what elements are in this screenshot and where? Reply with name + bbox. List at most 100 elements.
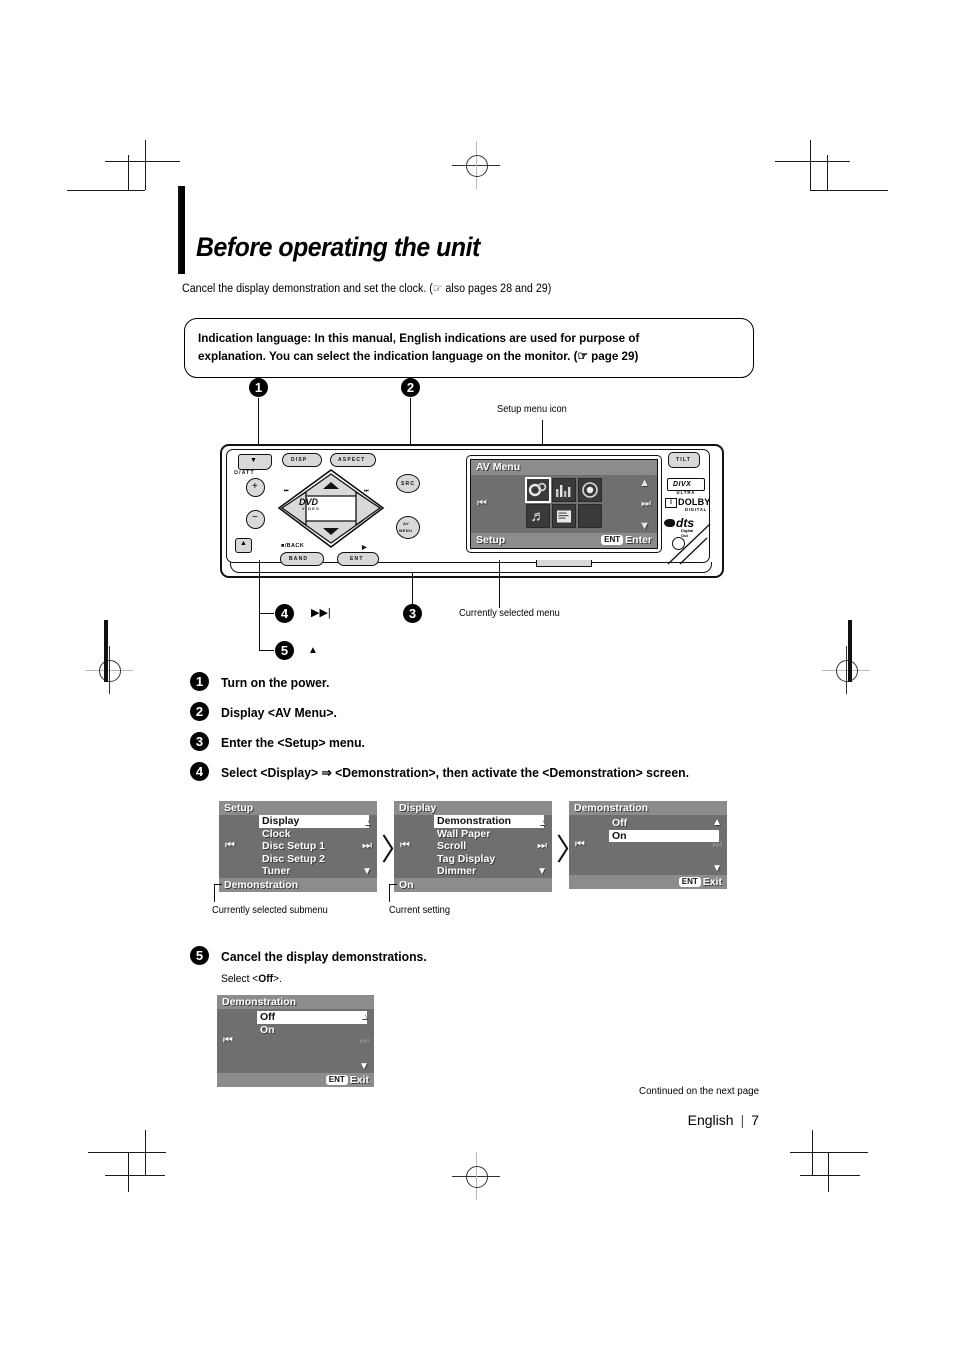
equalizer-icon[interactable] bbox=[552, 478, 576, 502]
dpad-cluster[interactable] bbox=[276, 468, 386, 550]
panel-setup-body: ⏮ ⏭ ▲ ▼ Display Clock Disc Setup 1 Disc … bbox=[219, 815, 377, 878]
list-item[interactable]: Tuner bbox=[259, 865, 369, 878]
setup-menu-icon-caption: Setup menu icon bbox=[497, 404, 567, 415]
up-icon[interactable]: ▲ bbox=[359, 1011, 369, 1022]
list-item[interactable]: Off bbox=[609, 817, 719, 830]
band-button[interactable]: BAND bbox=[280, 552, 324, 566]
step-5-number: 5 bbox=[190, 946, 209, 965]
panel-setup-title: Setup bbox=[219, 801, 377, 815]
leader-line-submenu-h bbox=[214, 884, 222, 885]
panel-footer-left: On bbox=[399, 878, 414, 891]
callout-2: 2 bbox=[401, 378, 420, 397]
step-1-number: 1 bbox=[190, 672, 209, 691]
ent-button[interactable]: ENT bbox=[337, 552, 379, 566]
step-4: 4 bbox=[190, 762, 209, 781]
down-icon[interactable]: ▼ bbox=[537, 866, 547, 877]
next-icon[interactable]: ⏭ bbox=[359, 1035, 369, 1048]
av-menu-screen[interactable]: AV Menu ⏮ ⏭ ▲ ▼ ♬ Setup ENT Enter bbox=[466, 455, 662, 553]
bleed-mark-right bbox=[848, 620, 852, 682]
up-icon[interactable]: ▲ bbox=[362, 817, 372, 828]
registration-mark-left bbox=[85, 646, 133, 694]
step-4-text: Select <Display> ⇒ <Demonstration>, then… bbox=[221, 765, 689, 780]
device-release-nub bbox=[536, 560, 592, 567]
aspect-button[interactable]: ASPECT bbox=[330, 453, 376, 467]
speaker-icon[interactable] bbox=[578, 478, 602, 502]
up-icon[interactable]: ▲ bbox=[639, 477, 650, 489]
footer-language: English bbox=[687, 1112, 734, 1128]
leader-line-3 bbox=[412, 573, 413, 604]
down-icon[interactable]: ▼ bbox=[712, 863, 722, 874]
list-item[interactable]: Display bbox=[259, 815, 369, 828]
crop-mark bbox=[790, 1152, 868, 1153]
list-item[interactable]: Wall Paper bbox=[434, 828, 544, 841]
crop-mark bbox=[810, 140, 811, 190]
list-item[interactable]: On bbox=[257, 1024, 367, 1037]
volume-up-button[interactable]: + bbox=[246, 478, 265, 497]
next-icon[interactable]: ⏭ bbox=[641, 498, 651, 511]
callout-1: 1 bbox=[249, 378, 268, 397]
next-icon[interactable]: ⏭ bbox=[537, 840, 547, 853]
back-label: ■/BACK bbox=[281, 543, 305, 549]
down-icon[interactable]: ▼ bbox=[639, 520, 650, 532]
blank-icon[interactable] bbox=[578, 504, 602, 528]
src-button[interactable]: SRC bbox=[396, 474, 420, 493]
panel-final-title: Demonstration bbox=[217, 995, 374, 1009]
step-1: 1 bbox=[190, 672, 209, 691]
panel-setup-footer: Demonstration bbox=[219, 877, 377, 892]
tilt-button[interactable]: TILT bbox=[668, 452, 700, 468]
music-note-icon[interactable]: ♬ bbox=[526, 504, 550, 528]
callout-2-label: 2 bbox=[401, 378, 420, 397]
panel-footer-right: ENT Exit bbox=[678, 875, 722, 889]
prev-icon[interactable]: ⏮ bbox=[223, 1035, 233, 1048]
panel-display-body: ⏮ ⏭ ▲ ▼ Demonstration Wall Paper Scroll … bbox=[394, 815, 552, 878]
disp-button[interactable]: DISP bbox=[282, 453, 322, 467]
page-footer: English | 7 bbox=[688, 1112, 759, 1128]
head-unit-illustration: ▼ ⏻/ATT DISP ASPECT TILT + − ▲ DVD VIDEO… bbox=[220, 444, 724, 578]
power-att-button[interactable]: ▼ bbox=[238, 454, 272, 470]
volume-down-button[interactable]: − bbox=[246, 510, 265, 529]
down-icon[interactable]: ▼ bbox=[359, 1061, 369, 1072]
up-icon[interactable]: ▲ bbox=[537, 817, 547, 828]
panel-display-list: Demonstration Wall Paper Scroll Tag Disp… bbox=[434, 815, 544, 878]
step-3: 3 bbox=[190, 732, 209, 751]
panel-demonstration-off[interactable]: Demonstration ⏮ ⏭ ▲ ▼ Off On ENT Exit bbox=[217, 995, 374, 1087]
setup-gears-icon[interactable] bbox=[525, 477, 551, 503]
list-item[interactable]: Clock bbox=[259, 828, 369, 841]
list-item[interactable]: On bbox=[609, 829, 719, 842]
next-icon[interactable]: ⏭ bbox=[362, 840, 372, 853]
crop-mark bbox=[145, 140, 146, 190]
list-item[interactable]: Dimmer bbox=[434, 865, 544, 878]
panel-demonstration-on[interactable]: Demonstration ⏮ ⏭ ▲ ▼ Off On ENT Exit bbox=[569, 801, 727, 889]
next-icon[interactable]: ⏭ bbox=[712, 839, 722, 852]
list-item[interactable]: Disc Setup 2 bbox=[259, 853, 369, 866]
callout-5-label: 5 bbox=[275, 641, 294, 660]
list-item[interactable]: Tag Display bbox=[434, 853, 544, 866]
up-icon[interactable]: ▲ bbox=[712, 817, 722, 828]
note-text: Indication language: In this manual, Eng… bbox=[198, 331, 640, 363]
list-item[interactable]: Scroll bbox=[434, 840, 544, 853]
step-5-sub-suffix: >. bbox=[273, 973, 282, 985]
list-item[interactable]: Off bbox=[257, 1011, 367, 1024]
step-5-subtext: Select <Off>. bbox=[221, 973, 282, 985]
prev-icon[interactable]: ⏮ bbox=[225, 840, 235, 853]
registration-mark-bottom bbox=[452, 1152, 500, 1200]
panel-setup[interactable]: Setup ⏮ ⏭ ▲ ▼ Display Clock Disc Setup 1… bbox=[219, 801, 377, 892]
step-1-text: Turn on the power. bbox=[221, 675, 330, 690]
list-item[interactable]: Disc Setup 1 bbox=[259, 840, 369, 853]
panel-display[interactable]: Display ⏮ ⏭ ▲ ▼ Demonstration Wall Paper… bbox=[394, 801, 552, 892]
panel-footer-left: Demonstration bbox=[224, 878, 299, 891]
prev-icon[interactable]: ⏮ bbox=[400, 840, 410, 853]
list-item[interactable]: Demonstration bbox=[434, 815, 544, 828]
crop-mark bbox=[812, 1130, 813, 1175]
eject-button[interactable]: ▲ bbox=[235, 538, 252, 553]
prev-icon[interactable]: ⏮ bbox=[477, 498, 487, 511]
step-2-text: Display <AV Menu>. bbox=[221, 705, 337, 720]
callout-3: 3 bbox=[403, 604, 422, 623]
av-menu-button[interactable]: AV MENU bbox=[396, 516, 420, 539]
prev-icon[interactable]: ⏮ bbox=[575, 839, 585, 852]
dpad-left-label: ⏮ bbox=[284, 488, 290, 494]
down-icon[interactable]: ▼ bbox=[362, 866, 372, 877]
panel-demonstration-list: Off On bbox=[609, 817, 719, 842]
leader-bracket-vertical bbox=[259, 560, 260, 650]
list-icon[interactable] bbox=[552, 504, 576, 528]
